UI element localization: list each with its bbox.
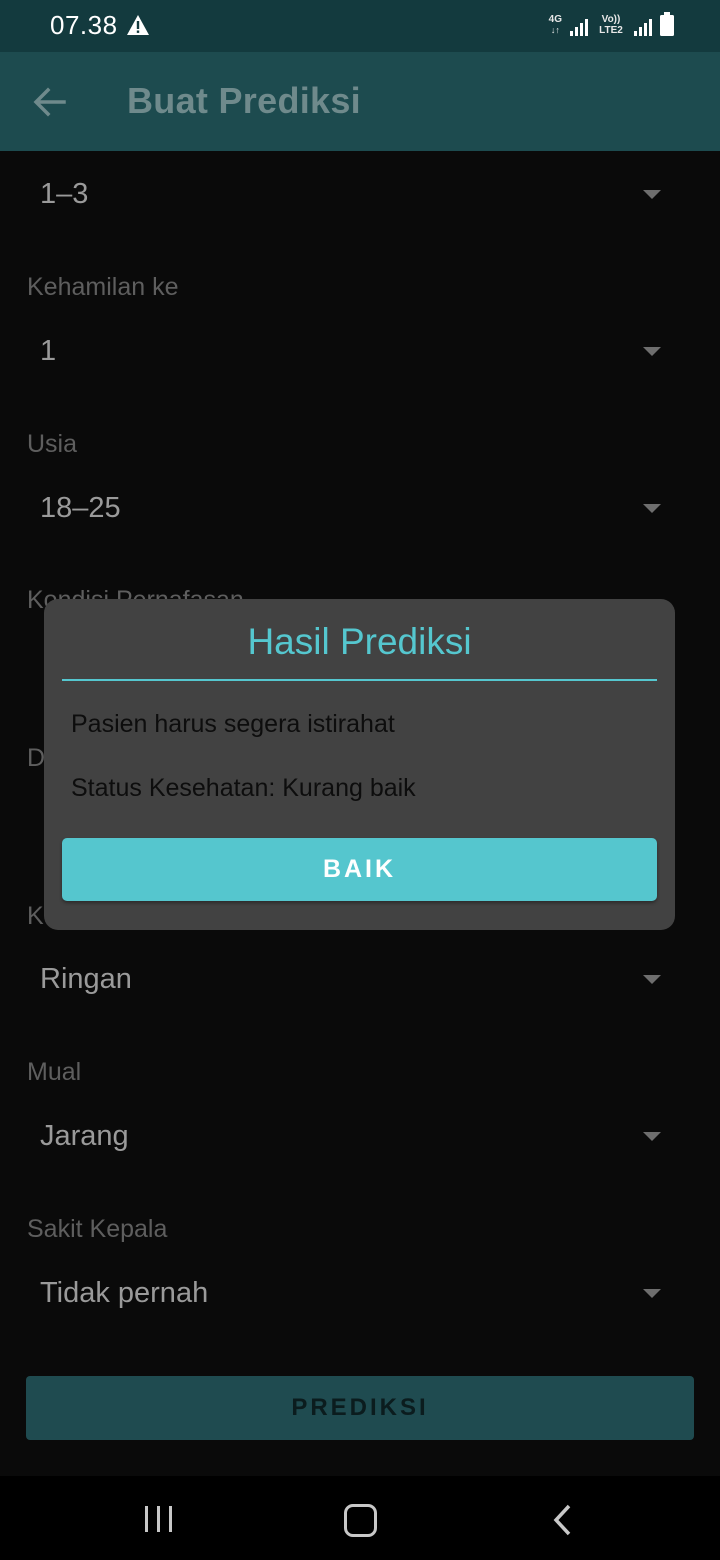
network-type-label: 4G ↓↑	[548, 14, 562, 36]
system-nav-bar	[0, 1476, 720, 1560]
volte-label: Vo)) LTE2	[599, 14, 623, 36]
arrow-left-icon[interactable]	[30, 84, 70, 120]
chevron-down-icon[interactable]	[643, 347, 661, 356]
dropdown-value[interactable]: Jarang	[40, 1120, 129, 1153]
alert-triangle-icon	[127, 15, 149, 35]
page-title: Buat Prediksi	[127, 80, 361, 121]
dropdown-value[interactable]: Tidak pernah	[40, 1277, 208, 1310]
field-label: Kehamilan ke	[27, 273, 179, 301]
battery-icon	[660, 12, 674, 36]
chevron-down-icon[interactable]	[643, 975, 661, 984]
dialog-divider	[62, 679, 657, 681]
dropdown-value[interactable]: 18–25	[40, 492, 121, 525]
chevron-down-icon[interactable]	[643, 504, 661, 513]
predict-button[interactable]: PREDIKSI	[26, 1376, 694, 1440]
result-dialog: Hasil Prediksi Pasien harus segera istir…	[44, 599, 675, 930]
status-time: 07.38	[50, 10, 118, 40]
dialog-message: Pasien harus segera istirahat	[71, 710, 395, 738]
field-label: Mual	[27, 1058, 82, 1086]
status-icons: 4G ↓↑ Vo)) LTE2	[549, 12, 674, 36]
home-icon[interactable]	[344, 1504, 377, 1537]
chevron-down-icon[interactable]	[643, 1289, 661, 1298]
signal-icon	[570, 19, 588, 36]
chevron-down-icon[interactable]	[643, 1132, 661, 1141]
dialog-status-text: Status Kesehatan: Kurang baik	[71, 774, 416, 802]
dropdown-value[interactable]: 1	[40, 335, 56, 368]
signal-icon	[634, 19, 652, 36]
recent-apps-icon[interactable]	[144, 1506, 174, 1532]
ok-button[interactable]: BAIK	[62, 838, 657, 901]
field-label: Usia	[27, 430, 78, 458]
back-icon[interactable]	[552, 1504, 572, 1536]
dropdown-value-jarak-kehamilan[interactable]: 1–3	[40, 178, 88, 211]
field-label: K	[27, 902, 44, 930]
chevron-down-icon[interactable]	[643, 190, 661, 199]
app-bar: Buat Prediksi	[0, 52, 720, 151]
field-label: D	[27, 744, 46, 772]
field-label: Sakit Kepala	[27, 1215, 168, 1243]
dialog-title: Hasil Prediksi	[247, 621, 472, 662]
status-bar: 07.38 4G ↓↑ Vo)) LTE2	[0, 0, 720, 52]
dropdown-value[interactable]: Ringan	[40, 963, 132, 996]
